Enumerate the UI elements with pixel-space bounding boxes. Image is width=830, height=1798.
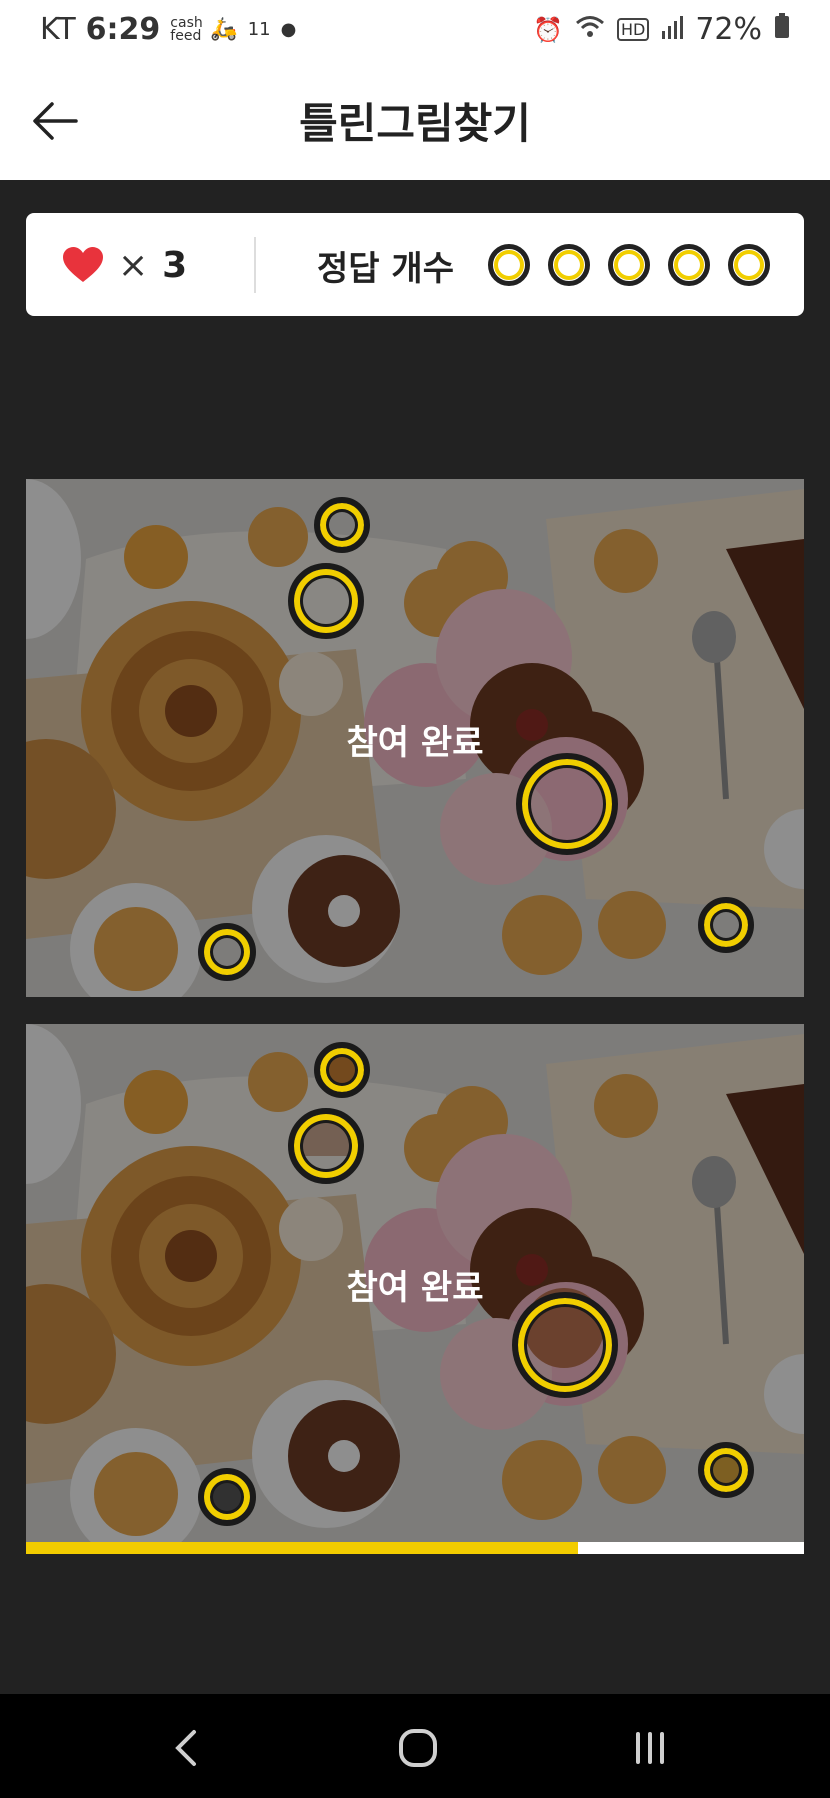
found-difference-marker (314, 1042, 370, 1098)
status-card: × 3 정답 개수 (26, 213, 804, 316)
answers-label: 정답 개수 (317, 248, 454, 289)
found-difference-marker (698, 1442, 754, 1498)
app-bar: 틀린그림찾기 (0, 62, 830, 180)
participation-complete-label: 참여 완료 (346, 723, 484, 763)
back-nav-icon (175, 1730, 196, 1766)
found-difference-marker (198, 923, 256, 981)
hd-icon: HD (616, 18, 650, 41)
page-title: 틀린그림찾기 (299, 99, 531, 148)
clock: 6:29 (85, 12, 161, 47)
answer-slot-icon (668, 244, 710, 286)
participation-complete-label: 참여 완료 (346, 1268, 484, 1308)
found-difference-marker (314, 497, 370, 553)
time-progress-bar (26, 1542, 804, 1554)
status-left: KT 6:29 cash feed 🛵 11 ● (40, 12, 296, 47)
found-difference-marker (288, 1108, 364, 1184)
heart-icon (63, 247, 103, 282)
puzzle-image-top[interactable]: 참여 완료 (26, 479, 804, 997)
answer-slot-icon (548, 244, 590, 286)
answer-counter: 정답 개수 (317, 239, 770, 291)
battery-percent: 72% (695, 12, 762, 47)
status-right: ⏰ HD 72% (533, 12, 790, 47)
answer-slot-icon (608, 244, 650, 286)
bike-notification-icon: 🛵 (210, 17, 238, 42)
answer-slot-icon (728, 244, 770, 286)
battery-icon (774, 12, 790, 47)
answer-slot-icon (488, 244, 530, 286)
carrier-label: KT (40, 12, 76, 47)
recents-nav-icon (636, 1732, 664, 1764)
dot-indicator: ● (280, 19, 297, 40)
system-nav-bar (0, 1694, 830, 1798)
puzzle-image-bottom[interactable]: 참여 완료 (26, 1024, 804, 1542)
alarm-icon: ⏰ (533, 15, 563, 44)
progress-fill (26, 1542, 579, 1554)
wifi-icon (575, 14, 605, 46)
found-difference-marker (516, 753, 618, 855)
nav-home-button[interactable] (388, 1724, 448, 1772)
signal-icon (661, 12, 684, 47)
found-difference-marker (198, 1468, 256, 1526)
multiplier-sign: × (118, 244, 149, 286)
home-nav-icon (399, 1729, 437, 1767)
lives-count: 3 (162, 244, 188, 286)
status-bar: KT 6:29 cash feed 🛵 11 ● ⏰ HD 72% (0, 0, 830, 62)
lives-indicator: × 3 (62, 239, 187, 291)
nav-recents-button[interactable] (620, 1724, 680, 1772)
card-divider (254, 237, 256, 293)
nav-back-button[interactable] (156, 1724, 216, 1772)
found-difference-marker (698, 897, 754, 953)
cashfeed-notification-icon: cash feed (170, 14, 203, 44)
found-difference-marker (288, 563, 364, 639)
notification-count: 11 (247, 19, 271, 40)
